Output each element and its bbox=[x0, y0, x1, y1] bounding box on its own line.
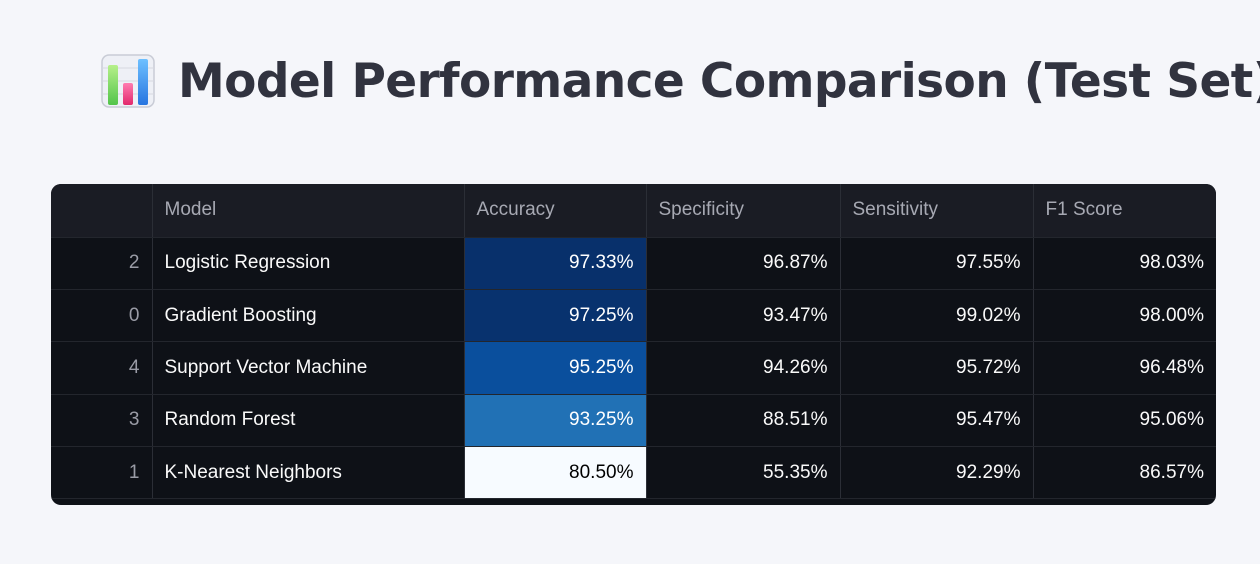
column-header-sensitivity[interactable]: Sensitivity bbox=[840, 184, 1034, 238]
row-index-cell[interactable]: 3 bbox=[51, 394, 153, 448]
f1-score-cell[interactable]: 86.57% bbox=[1033, 446, 1216, 500]
table-header-row: Model Accuracy Specificity Sensitivity F… bbox=[51, 184, 1216, 238]
row-index-cell[interactable]: 2 bbox=[51, 237, 153, 290]
row-index-cell[interactable]: 0 bbox=[51, 289, 153, 343]
page-header: Model Performance Comparison (Test Set) bbox=[100, 46, 1260, 116]
model-cell[interactable]: Random Forest bbox=[152, 394, 465, 448]
table-row: 0 Gradient Boosting 97.25% 93.47% 99.02%… bbox=[51, 289, 1216, 343]
column-header-model[interactable]: Model bbox=[152, 184, 465, 238]
table-row: 2 Logistic Regression 97.33% 96.87% 97.5… bbox=[51, 237, 1216, 290]
row-index-cell[interactable]: 4 bbox=[51, 341, 153, 395]
table-row: 1 K-Nearest Neighbors 80.50% 55.35% 92.2… bbox=[51, 446, 1216, 500]
specificity-cell[interactable]: 93.47% bbox=[646, 289, 841, 343]
specificity-cell[interactable]: 55.35% bbox=[646, 446, 841, 500]
table-row: 4 Support Vector Machine 95.25% 94.26% 9… bbox=[51, 341, 1216, 395]
f1-score-cell[interactable]: 98.03% bbox=[1033, 237, 1216, 290]
accuracy-cell[interactable]: 95.25% bbox=[464, 341, 647, 395]
column-header-accuracy[interactable]: Accuracy bbox=[464, 184, 647, 238]
f1-score-cell[interactable]: 96.48% bbox=[1033, 341, 1216, 395]
bar-chart-icon bbox=[101, 54, 155, 108]
model-performance-table: Model Accuracy Specificity Sensitivity F… bbox=[51, 184, 1216, 500]
table-row: 3 Random Forest 93.25% 88.51% 95.47% 95.… bbox=[51, 394, 1216, 448]
specificity-cell[interactable]: 94.26% bbox=[646, 341, 841, 395]
row-index-cell[interactable]: 1 bbox=[51, 446, 153, 500]
sensitivity-cell[interactable]: 95.47% bbox=[840, 394, 1034, 448]
model-cell[interactable]: Gradient Boosting bbox=[152, 289, 465, 343]
column-header-specificity[interactable]: Specificity bbox=[646, 184, 841, 238]
sensitivity-cell[interactable]: 95.72% bbox=[840, 341, 1034, 395]
sensitivity-cell[interactable]: 97.55% bbox=[840, 237, 1034, 290]
model-cell[interactable]: Support Vector Machine bbox=[152, 341, 465, 395]
f1-score-cell[interactable]: 95.06% bbox=[1033, 394, 1216, 448]
accuracy-cell[interactable]: 97.25% bbox=[464, 289, 647, 343]
column-header-index[interactable] bbox=[51, 184, 153, 238]
page-title: Model Performance Comparison (Test Set) bbox=[178, 53, 1260, 109]
model-cell[interactable]: K-Nearest Neighbors bbox=[152, 446, 465, 500]
accuracy-cell[interactable]: 97.33% bbox=[464, 237, 647, 290]
sensitivity-cell[interactable]: 99.02% bbox=[840, 289, 1034, 343]
specificity-cell[interactable]: 96.87% bbox=[646, 237, 841, 290]
specificity-cell[interactable]: 88.51% bbox=[646, 394, 841, 448]
sensitivity-cell[interactable]: 92.29% bbox=[840, 446, 1034, 500]
model-cell[interactable]: Logistic Regression bbox=[152, 237, 465, 290]
f1-score-cell[interactable]: 98.00% bbox=[1033, 289, 1216, 343]
accuracy-cell[interactable]: 80.50% bbox=[464, 446, 647, 500]
accuracy-cell[interactable]: 93.25% bbox=[464, 394, 647, 448]
column-header-f1-score[interactable]: F1 Score bbox=[1033, 184, 1216, 238]
data-table-container[interactable]: Model Accuracy Specificity Sensitivity F… bbox=[51, 184, 1216, 505]
